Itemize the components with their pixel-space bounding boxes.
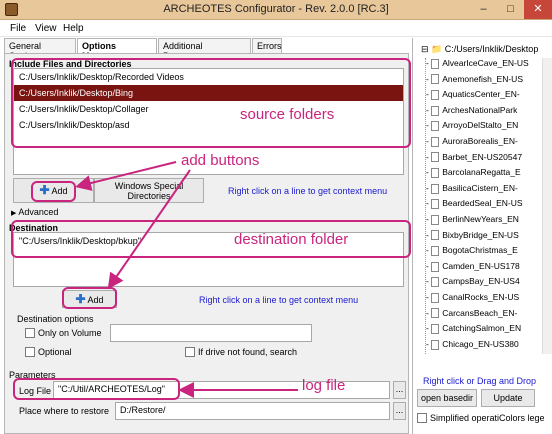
arrow-to-destination-add <box>107 169 191 290</box>
annotation-arrows <box>75 161 298 398</box>
arrow-to-include-add <box>75 161 177 191</box>
